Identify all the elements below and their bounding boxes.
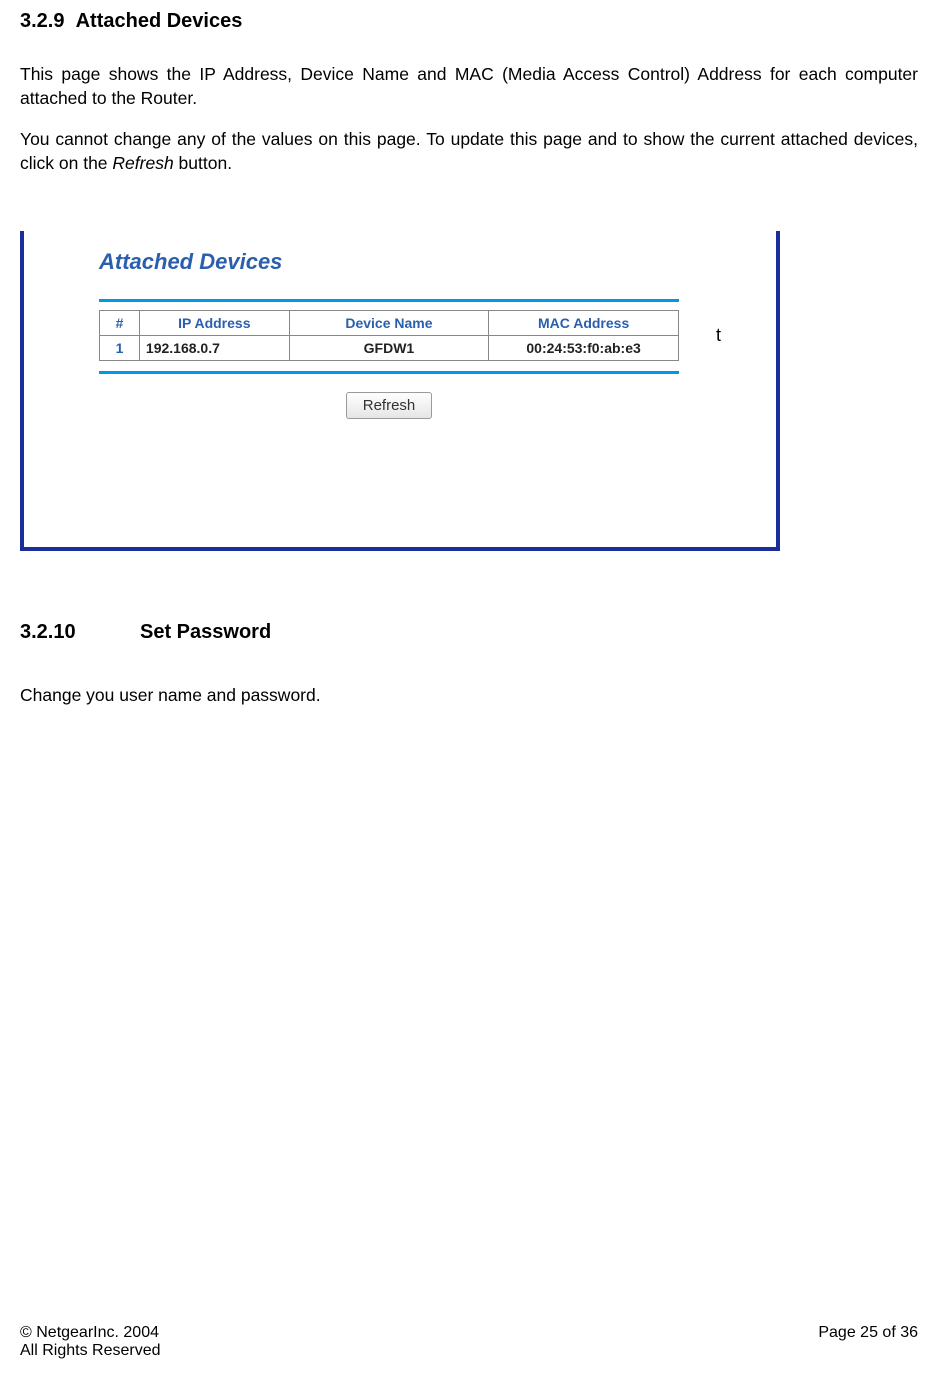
- footer-page-number: Page 25 of 36: [818, 1324, 918, 1342]
- section2-number: 3.2.10: [20, 621, 140, 644]
- stray-text: t: [716, 325, 721, 346]
- table-header-row: # IP Address Device Name MAC Address: [100, 310, 679, 335]
- cell-name: GFDW1: [289, 335, 489, 360]
- page-footer: © NetgearInc. 2004 All Rights Reserved P…: [20, 1324, 918, 1360]
- divider-bottom: [99, 371, 679, 374]
- attached-devices-table: # IP Address Device Name MAC Address 1 1…: [99, 310, 679, 361]
- footer-copyright: © NetgearInc. 2004: [20, 1324, 161, 1342]
- cell-ip: 192.168.0.7: [139, 335, 289, 360]
- header-name: Device Name: [289, 310, 489, 335]
- header-mac: MAC Address: [489, 310, 679, 335]
- panel-inner: Attached Devices # IP Address Device Nam…: [99, 249, 699, 419]
- para2-part-b: button.: [174, 153, 232, 173]
- section2-title: Set Password: [140, 621, 271, 643]
- section-title: Attached Devices: [76, 10, 243, 32]
- panel-title: Attached Devices: [99, 249, 699, 275]
- refresh-wrap: Refresh: [99, 392, 679, 419]
- section-number: 3.2.9: [20, 10, 64, 32]
- table-row: 1 192.168.0.7 GFDW1 00:24:53:f0:ab:e3: [100, 335, 679, 360]
- header-num: #: [100, 310, 140, 335]
- footer-left: © NetgearInc. 2004 All Rights Reserved: [20, 1324, 161, 1360]
- cell-num: 1: [100, 335, 140, 360]
- para2-refresh-word: Refresh: [112, 153, 173, 173]
- section1-para2: You cannot change any of the values on t…: [20, 128, 918, 175]
- attached-devices-screenshot: Attached Devices # IP Address Device Nam…: [20, 231, 780, 551]
- refresh-button[interactable]: Refresh: [346, 392, 433, 419]
- section1-para1: This page shows the IP Address, Device N…: [20, 63, 918, 110]
- footer-rights: All Rights Reserved: [20, 1342, 161, 1360]
- cell-mac: 00:24:53:f0:ab:e3: [489, 335, 679, 360]
- section2-para: Change you user name and password.: [20, 684, 918, 708]
- section-heading-set-password: 3.2.10Set Password: [20, 621, 918, 644]
- divider-top: [99, 299, 679, 302]
- section-heading-attached-devices: 3.2.9 Attached Devices: [20, 10, 918, 33]
- header-ip: IP Address: [139, 310, 289, 335]
